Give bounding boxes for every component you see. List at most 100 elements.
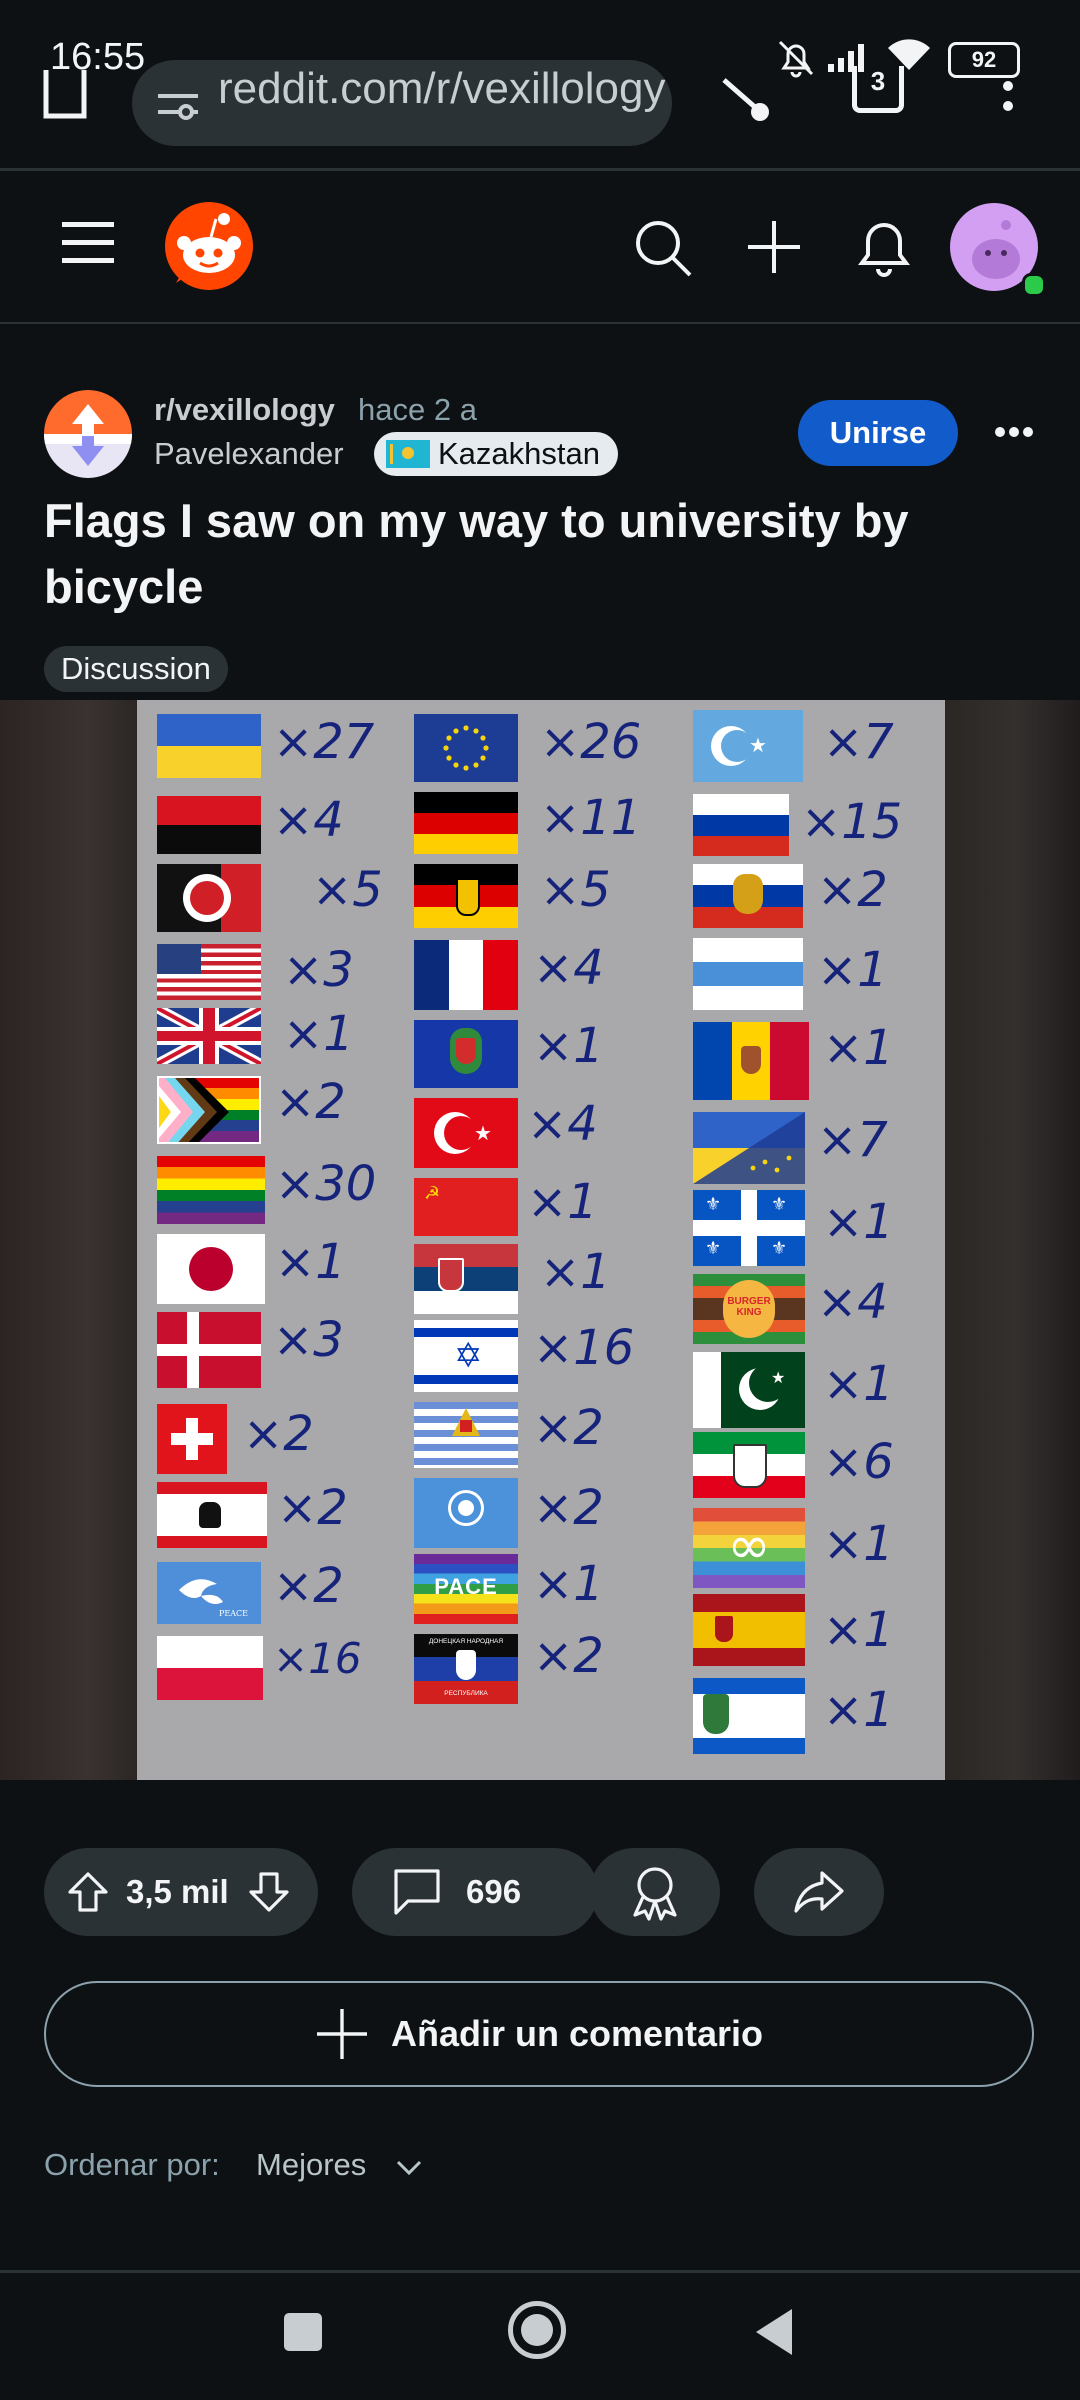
bell-icon[interactable] bbox=[856, 217, 912, 279]
flag-un bbox=[414, 1478, 518, 1548]
award-button[interactable] bbox=[590, 1848, 720, 1936]
count-label: ×5 bbox=[312, 862, 383, 918]
count-label: ×11 bbox=[540, 790, 642, 846]
chevron-down-icon[interactable] bbox=[396, 2160, 422, 2176]
flair-text: Kazakhstan bbox=[438, 436, 600, 471]
tabs-icon[interactable]: 3 bbox=[852, 66, 904, 113]
post-title[interactable]: Flags I saw on my way to university by b… bbox=[44, 488, 994, 620]
user-flair: Kazakhstan bbox=[374, 432, 618, 476]
share-button[interactable] bbox=[754, 1848, 884, 1936]
plus-icon[interactable] bbox=[746, 219, 802, 275]
flag-ukraine-eu bbox=[693, 1112, 805, 1184]
flag-switzerland bbox=[157, 1404, 227, 1474]
count-label: ×2 bbox=[275, 1074, 346, 1130]
count-label: ×1 bbox=[533, 1556, 604, 1612]
pride-chevron bbox=[159, 1078, 229, 1142]
flag-nrw bbox=[693, 1432, 805, 1498]
flag-israel: ✡ bbox=[414, 1320, 518, 1392]
pace-text: PACE bbox=[434, 1574, 498, 1599]
count-label: ×1 bbox=[527, 1174, 598, 1230]
count-label: ×2 bbox=[243, 1406, 314, 1462]
count-label: ×1 bbox=[823, 1602, 894, 1658]
home-nav-icon[interactable] bbox=[508, 2301, 566, 2359]
plus-icon bbox=[316, 2009, 367, 2059]
count-label: ×2 bbox=[533, 1400, 604, 1456]
flag-russia-eagle bbox=[693, 864, 803, 928]
flag-blue-white-arms bbox=[693, 1678, 805, 1754]
share-icon[interactable] bbox=[716, 66, 772, 122]
flag-denmark bbox=[157, 1312, 261, 1388]
add-comment-button[interactable]: Añadir un comentario bbox=[44, 1981, 1034, 2087]
count-label: ×30 bbox=[275, 1156, 377, 1212]
more-vert-icon[interactable] bbox=[1000, 72, 1016, 122]
tune-icon[interactable] bbox=[156, 86, 200, 122]
flag-east-turkestan: ★ bbox=[693, 710, 803, 782]
flag-usa bbox=[157, 944, 261, 1000]
count-label: ×2 bbox=[533, 1628, 604, 1684]
count-label: ×3 bbox=[273, 1312, 344, 1368]
flag-pace: PACE bbox=[414, 1554, 518, 1624]
online-dot bbox=[1022, 273, 1046, 297]
flag-germany-eagle bbox=[414, 864, 518, 928]
count-label: ×16 bbox=[273, 1634, 362, 1683]
subreddit-icon[interactable] bbox=[44, 390, 132, 478]
eu-stars bbox=[443, 725, 489, 771]
comments-button[interactable]: 696 bbox=[352, 1848, 598, 1936]
count-label: ×4 bbox=[273, 792, 344, 848]
count-label: ×2 bbox=[533, 1480, 604, 1536]
vote-count: 3,5 mil bbox=[126, 1873, 229, 1910]
sort-label: Ordenar por: bbox=[44, 2147, 220, 2182]
flag-progress-pride bbox=[157, 1076, 261, 1144]
dnr-text: ДОНЕЦКАЯ НАРОДНАЯ bbox=[428, 1638, 504, 1645]
join-button[interactable]: Unirse bbox=[798, 400, 958, 466]
recents-icon[interactable] bbox=[284, 2313, 322, 2351]
flag-uk bbox=[157, 1008, 261, 1064]
dove-icon: PEACE bbox=[179, 1579, 248, 1618]
flag-spain bbox=[693, 1594, 805, 1666]
flag-dnr: ДОНЕЦКАЯ НАРОДНАЯ РЕСПУБЛИКА bbox=[414, 1634, 518, 1704]
count-label: ×6 bbox=[823, 1434, 894, 1490]
count-label: ×4 bbox=[527, 1096, 598, 1152]
dnr-text-2: РЕСПУБЛИКА bbox=[444, 1690, 488, 1697]
downvote-icon[interactable] bbox=[247, 1870, 291, 1914]
count-label: ×27 bbox=[273, 714, 375, 770]
url-bar[interactable]: reddit.com/r/vexillology bbox=[132, 60, 672, 146]
post-author[interactable]: Pavelexander bbox=[154, 436, 344, 472]
flag-striped-star bbox=[414, 1402, 518, 1468]
back-icon[interactable] bbox=[752, 2307, 796, 2357]
upvote-icon[interactable] bbox=[66, 1870, 110, 1914]
count-label: ×1 bbox=[823, 1194, 894, 1250]
sort-dropdown[interactable]: Mejores bbox=[256, 2147, 366, 2183]
post-flair-tag[interactable]: Discussion bbox=[44, 646, 228, 692]
subreddit-name[interactable]: r/vexillology bbox=[154, 392, 335, 428]
more-options-icon[interactable] bbox=[994, 424, 1034, 440]
menu-icon[interactable] bbox=[60, 219, 116, 265]
flag-poland bbox=[157, 1636, 263, 1700]
count-label: ×16 bbox=[533, 1320, 635, 1376]
tab-count: 3 bbox=[870, 66, 886, 96]
search-icon[interactable] bbox=[632, 217, 694, 279]
peace-text: PEACE bbox=[219, 1609, 248, 1618]
count-label: ×1 bbox=[823, 1516, 894, 1572]
count-label: ×26 bbox=[540, 714, 642, 770]
flag-peace-dove: PEACE bbox=[157, 1562, 261, 1624]
count-label: ×2 bbox=[817, 862, 888, 918]
count-label: ×1 bbox=[533, 1018, 604, 1074]
award-icon bbox=[633, 1867, 677, 1921]
status-bar: 16:55 92 reddit.com/r/vexillology 3 bbox=[0, 0, 1080, 170]
count-label: ×5 bbox=[540, 862, 611, 918]
flag-turkey: ★ bbox=[414, 1098, 518, 1168]
flag-white-blue-white bbox=[693, 938, 803, 1010]
count-label: ×1 bbox=[823, 1356, 894, 1412]
count-label: ×1 bbox=[823, 1682, 894, 1738]
add-comment-label: Añadir un comentario bbox=[390, 2013, 764, 2054]
home-icon[interactable] bbox=[40, 70, 90, 120]
count-label: ×7 bbox=[817, 1112, 888, 1168]
reddit-logo[interactable] bbox=[164, 201, 254, 291]
flag-antifa bbox=[157, 864, 261, 932]
count-label: ×1 bbox=[823, 1020, 894, 1076]
flag-russia bbox=[693, 794, 789, 856]
system-nav-bar bbox=[0, 2273, 1080, 2400]
count-label: ×4 bbox=[533, 940, 604, 996]
count-label: ×1 bbox=[275, 1234, 346, 1290]
